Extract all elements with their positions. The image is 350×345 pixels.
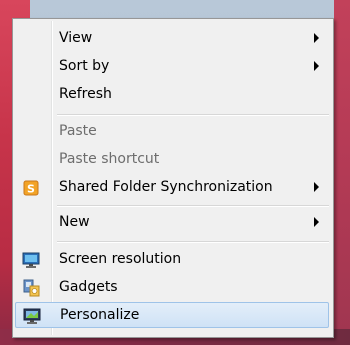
menu-item-label: Personalize	[60, 307, 140, 323]
shared-folder-sync-icon: S	[21, 178, 41, 198]
menu-separator	[57, 241, 329, 243]
desktop-context-menu: View Sort by Refresh Paste Paste shortcu…	[12, 18, 334, 338]
menu-separator	[57, 205, 329, 207]
menu-item-label: Shared Folder Synchronization	[59, 179, 273, 195]
submenu-arrow-icon	[314, 61, 319, 71]
personalize-icon	[22, 306, 42, 326]
screen-resolution-icon	[21, 250, 41, 270]
gadgets-icon	[21, 278, 41, 298]
menu-item-new[interactable]: New	[15, 210, 329, 236]
menu-item-label: Gadgets	[59, 279, 118, 295]
menu-item-label: Paste shortcut	[59, 151, 160, 167]
menu-item-shared-folder-sync[interactable]: S Shared Folder Synchronization	[15, 175, 329, 201]
menu-item-personalize[interactable]: Personalize	[15, 302, 329, 328]
menu-item-sort-by[interactable]: Sort by	[15, 54, 329, 80]
submenu-arrow-icon	[314, 33, 319, 43]
menu-item-label: Screen resolution	[59, 251, 182, 267]
submenu-arrow-icon	[314, 217, 319, 227]
menu-item-paste[interactable]: Paste	[15, 119, 329, 145]
menu-item-refresh[interactable]: Refresh	[15, 82, 329, 108]
menu-item-label: Paste	[59, 123, 97, 139]
menu-item-label: Sort by	[59, 58, 110, 74]
menu-item-label: View	[59, 30, 93, 46]
menu-separator	[57, 114, 329, 116]
submenu-arrow-icon	[314, 182, 319, 192]
menu-item-screen-resolution[interactable]: Screen resolution	[15, 247, 329, 273]
menu-item-gadgets[interactable]: Gadgets	[15, 275, 329, 301]
menu-item-label: New	[59, 214, 90, 230]
menu-item-paste-shortcut[interactable]: Paste shortcut	[15, 147, 329, 173]
menu-item-label: Refresh	[59, 86, 112, 102]
menu-item-view[interactable]: View	[15, 26, 329, 52]
desktop-background-right	[334, 0, 350, 345]
svg-text:S: S	[27, 183, 35, 196]
